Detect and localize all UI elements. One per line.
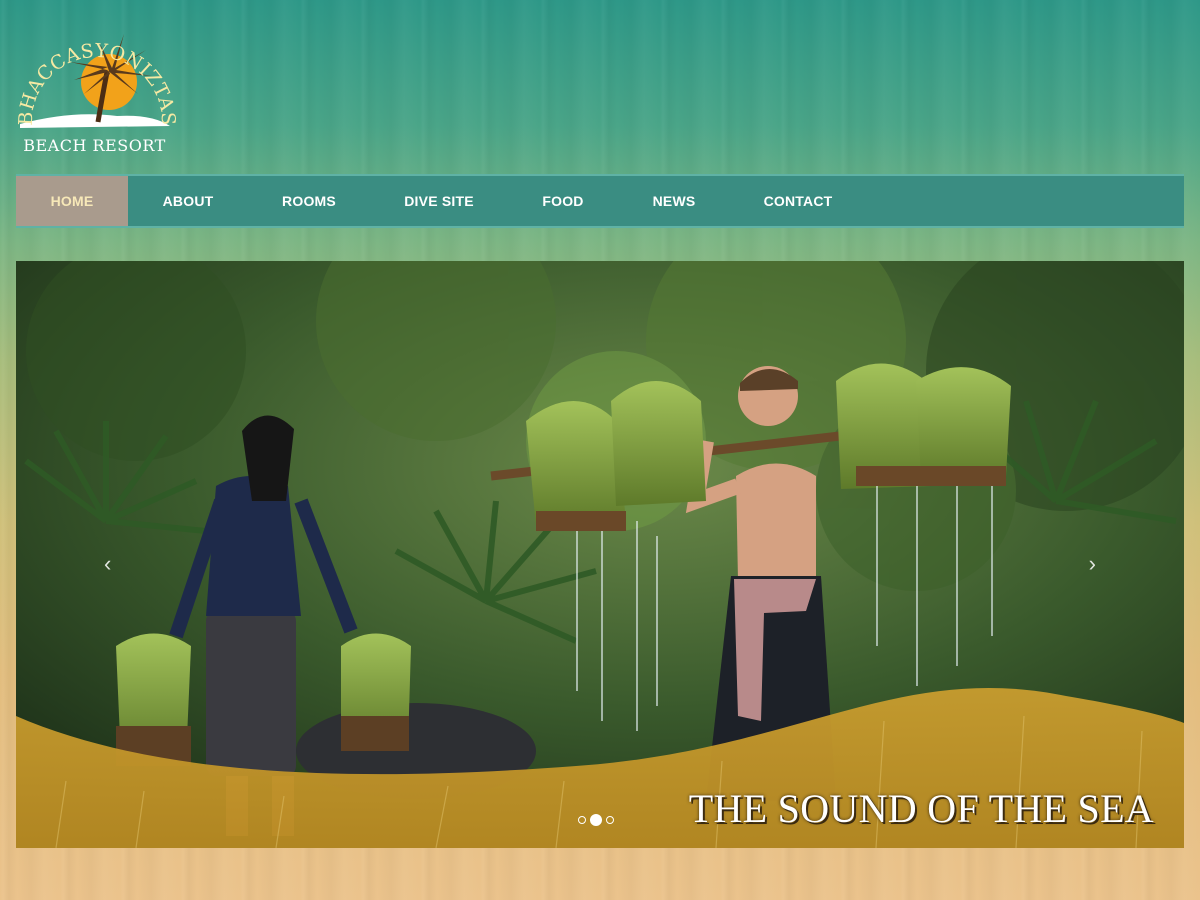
nav-item-dive-site[interactable]: DIVE SITE [370,176,508,226]
slide-caption: THE SOUND OF THE SEA [688,786,1154,831]
nav-item-home[interactable]: HOME [16,176,128,226]
logo-tagline: BEACH RESORT [23,136,166,155]
hero-slider[interactable]: ‹ › THE SOUND OF THE SEA [16,261,1184,848]
slider-dot-2[interactable] [590,814,602,826]
nav-item-rooms[interactable]: ROOMS [248,176,370,226]
nav-item-food[interactable]: FOOD [508,176,618,226]
resort-logo[interactable]: BHACCASYONIZTAS BEACH RESORT [12,10,177,160]
nav-item-about[interactable]: ABOUT [128,176,248,226]
slide-image [16,261,1184,848]
nav-item-news[interactable]: NEWS [618,176,730,226]
main-nav: HOME ABOUT ROOMS DIVE SITE FOOD NEWS CON… [16,174,1184,228]
chevron-left-icon[interactable]: ‹ [104,551,111,577]
nav-item-contact[interactable]: CONTACT [730,176,866,226]
slider-pagination [578,814,614,826]
palm-tree-sun-icon: BHACCASYONIZTAS [15,34,177,128]
chevron-right-icon[interactable]: › [1089,551,1096,577]
slider-dot-3[interactable] [606,816,614,824]
slider-dot-1[interactable] [578,816,586,824]
